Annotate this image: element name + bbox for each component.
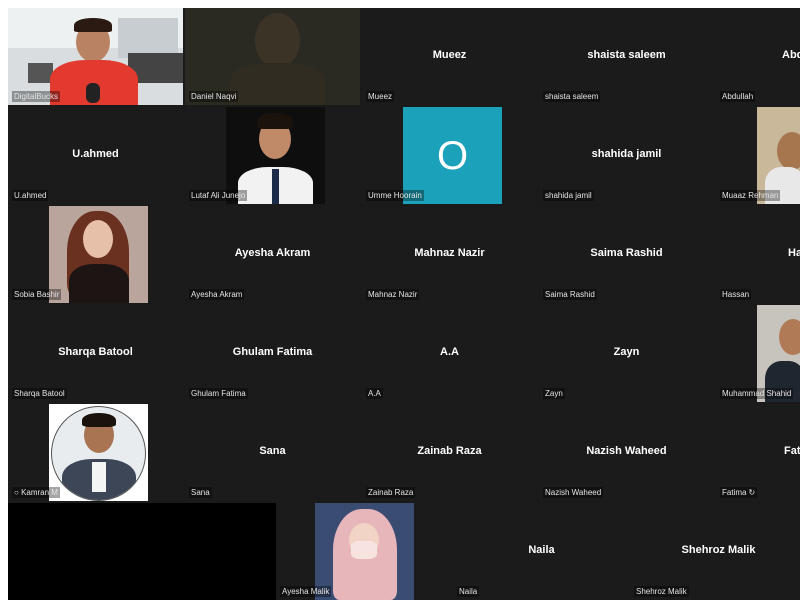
participant-name-label: Nazish Waheed	[543, 487, 604, 498]
participant-center-name: Fat	[784, 445, 800, 457]
video-tile-sharqa-batool[interactable]: Sharqa Batool Sharqa Batool	[8, 305, 183, 402]
video-tile-shaista-saleem[interactable]: shaista saleem shaista saleem	[539, 8, 714, 105]
participant-center-name: Nazish Waheed	[586, 445, 667, 457]
participant-name-label: DigitalBucks	[12, 91, 61, 102]
loading-icon: ↻	[748, 488, 756, 497]
participant-center-name: U.ahmed	[72, 148, 119, 160]
participant-name-label: Mahnaz Nazir	[366, 289, 420, 300]
video-tile-hassan[interactable]: Ha Hassan	[716, 206, 800, 303]
video-tile-shehroz-malik[interactable]: Shehroz Malik Shehroz Malik	[630, 503, 800, 600]
video-tile-muaaz-rehman[interactable]: Muaaz Rehman	[716, 107, 800, 204]
participant-center-name: Shehroz Malik	[681, 544, 756, 556]
participant-center-name: Mahnaz Nazir	[414, 247, 485, 259]
video-tile-mahnaz-nazir[interactable]: Mahnaz Nazir Mahnaz Nazir	[362, 206, 537, 303]
participant-name-label: Zainab Raza	[366, 487, 416, 498]
participant-name-label: Muaaz Rehman	[720, 190, 781, 201]
participant-name-label: Naila	[457, 586, 480, 597]
participant-name-label: Hassan	[720, 289, 752, 300]
video-tile-daniel-naqvi[interactable]: Daniel Naqvi	[185, 8, 360, 105]
participant-name-label: Ayesha Malik	[280, 586, 332, 597]
video-tile-saima-rashid[interactable]: Saima Rashid Saima Rashid	[539, 206, 714, 303]
participant-center-name: Sana	[259, 445, 286, 457]
participant-name-label: Umme Hoorain	[366, 190, 424, 201]
meeting-gallery-view: DigitalBucks Daniel Naqvi Mueez Mueez sh…	[8, 8, 800, 600]
video-tile-zayn[interactable]: Zayn Zayn	[539, 305, 714, 402]
participant-center-name: Ayesha Akram	[234, 247, 311, 259]
video-tile-sana[interactable]: Sana Sana	[185, 404, 360, 501]
participant-name-label: Muhammad Shahid	[720, 388, 794, 399]
video-tile-u-ahmed[interactable]: U.ahmed U.ahmed	[8, 107, 183, 204]
video-tile-naila[interactable]: Naila Naila	[453, 503, 630, 600]
participant-name-label: ○ Kamran M	[12, 487, 60, 498]
video-tile-zainab-raza[interactable]: Zainab Raza Zainab Raza	[362, 404, 537, 501]
video-tile-shahida-jamil[interactable]: shahida jamil shahida jamil	[539, 107, 714, 204]
participant-photo	[49, 206, 148, 303]
participant-name-label: U.ahmed	[12, 190, 49, 201]
video-tile-fatima[interactable]: Fat Fatima ↻	[716, 404, 800, 501]
video-tile-umme-hoorain[interactable]: O Umme Hoorain	[362, 107, 537, 204]
video-tile-ghulam-fatima[interactable]: Ghulam Fatima Ghulam Fatima	[185, 305, 360, 402]
participant-name-label: Shehroz Malik	[634, 586, 689, 597]
participant-center-name: Zayn	[613, 346, 640, 358]
video-tile-a-a[interactable]: A.A A.A	[362, 305, 537, 402]
video-tile-sobia-bashir[interactable]: Sobia Bashir	[8, 206, 183, 303]
blank-tile	[8, 503, 276, 600]
participant-name-label: Daniel Naqvi	[189, 91, 239, 102]
participant-center-name: Ghulam Fatima	[232, 346, 313, 358]
participant-center-name: Ha	[788, 247, 800, 259]
video-tile-abdullah[interactable]: Abd Abdullah	[716, 8, 800, 105]
participant-name-label: Fatima ↻	[720, 487, 758, 498]
participant-name-label: Mueez	[366, 91, 395, 102]
participant-center-name: Mueez	[432, 49, 467, 61]
participant-name-label: shahida jamil	[543, 190, 594, 201]
status-circle-icon: ○	[14, 488, 22, 497]
participant-center-name: Abd	[782, 49, 800, 61]
participant-name-label: Abdullah	[720, 91, 756, 102]
video-tile-ayesha-akram[interactable]: Ayesha Akram Ayesha Akram	[185, 206, 360, 303]
participant-center-name: Zainab Raza	[417, 445, 482, 457]
participant-name-label: Sharqa Batool	[12, 388, 67, 399]
participant-center-name: Saima Rashid	[590, 247, 663, 259]
video-tile-nazish-waheed[interactable]: Nazish Waheed Nazish Waheed	[539, 404, 714, 501]
video-tile-mueez[interactable]: Mueez Mueez	[362, 8, 537, 105]
video-tile-lutaf-ali-junejo[interactable]: Lutaf Ali Junejo	[185, 107, 360, 204]
video-tile-kamran-m[interactable]: ○ Kamran M	[8, 404, 183, 501]
participant-name-label: shaista saleem	[543, 91, 601, 102]
participant-name-label: Ghulam Fatima	[189, 388, 248, 399]
participant-name-label: Ayesha Akram	[189, 289, 245, 300]
video-tile-ayesha-malik[interactable]: Ayesha Malik	[276, 503, 453, 600]
participant-name-label: Sobia Bashir	[12, 289, 62, 300]
participant-center-name: Sharqa Batool	[58, 346, 133, 358]
participant-photo	[49, 404, 148, 501]
participant-name-label: Zayn	[543, 388, 565, 399]
participant-name-label: Lutaf Ali Junejo	[189, 190, 248, 201]
participant-center-name: A.A	[440, 346, 459, 358]
video-tile-digitalbucks[interactable]: DigitalBucks	[8, 8, 183, 105]
participant-name-label: A.A	[366, 388, 383, 399]
participant-center-name: shahida jamil	[591, 148, 662, 160]
participant-name-label: Sana	[189, 487, 212, 498]
participant-center-name: shaista saleem	[587, 49, 666, 61]
video-tile-muhammad-shahid[interactable]: Muhammad Shahid	[716, 305, 800, 402]
participant-center-name: Naila	[528, 544, 555, 556]
participant-name-label: Saima Rashid	[543, 289, 597, 300]
